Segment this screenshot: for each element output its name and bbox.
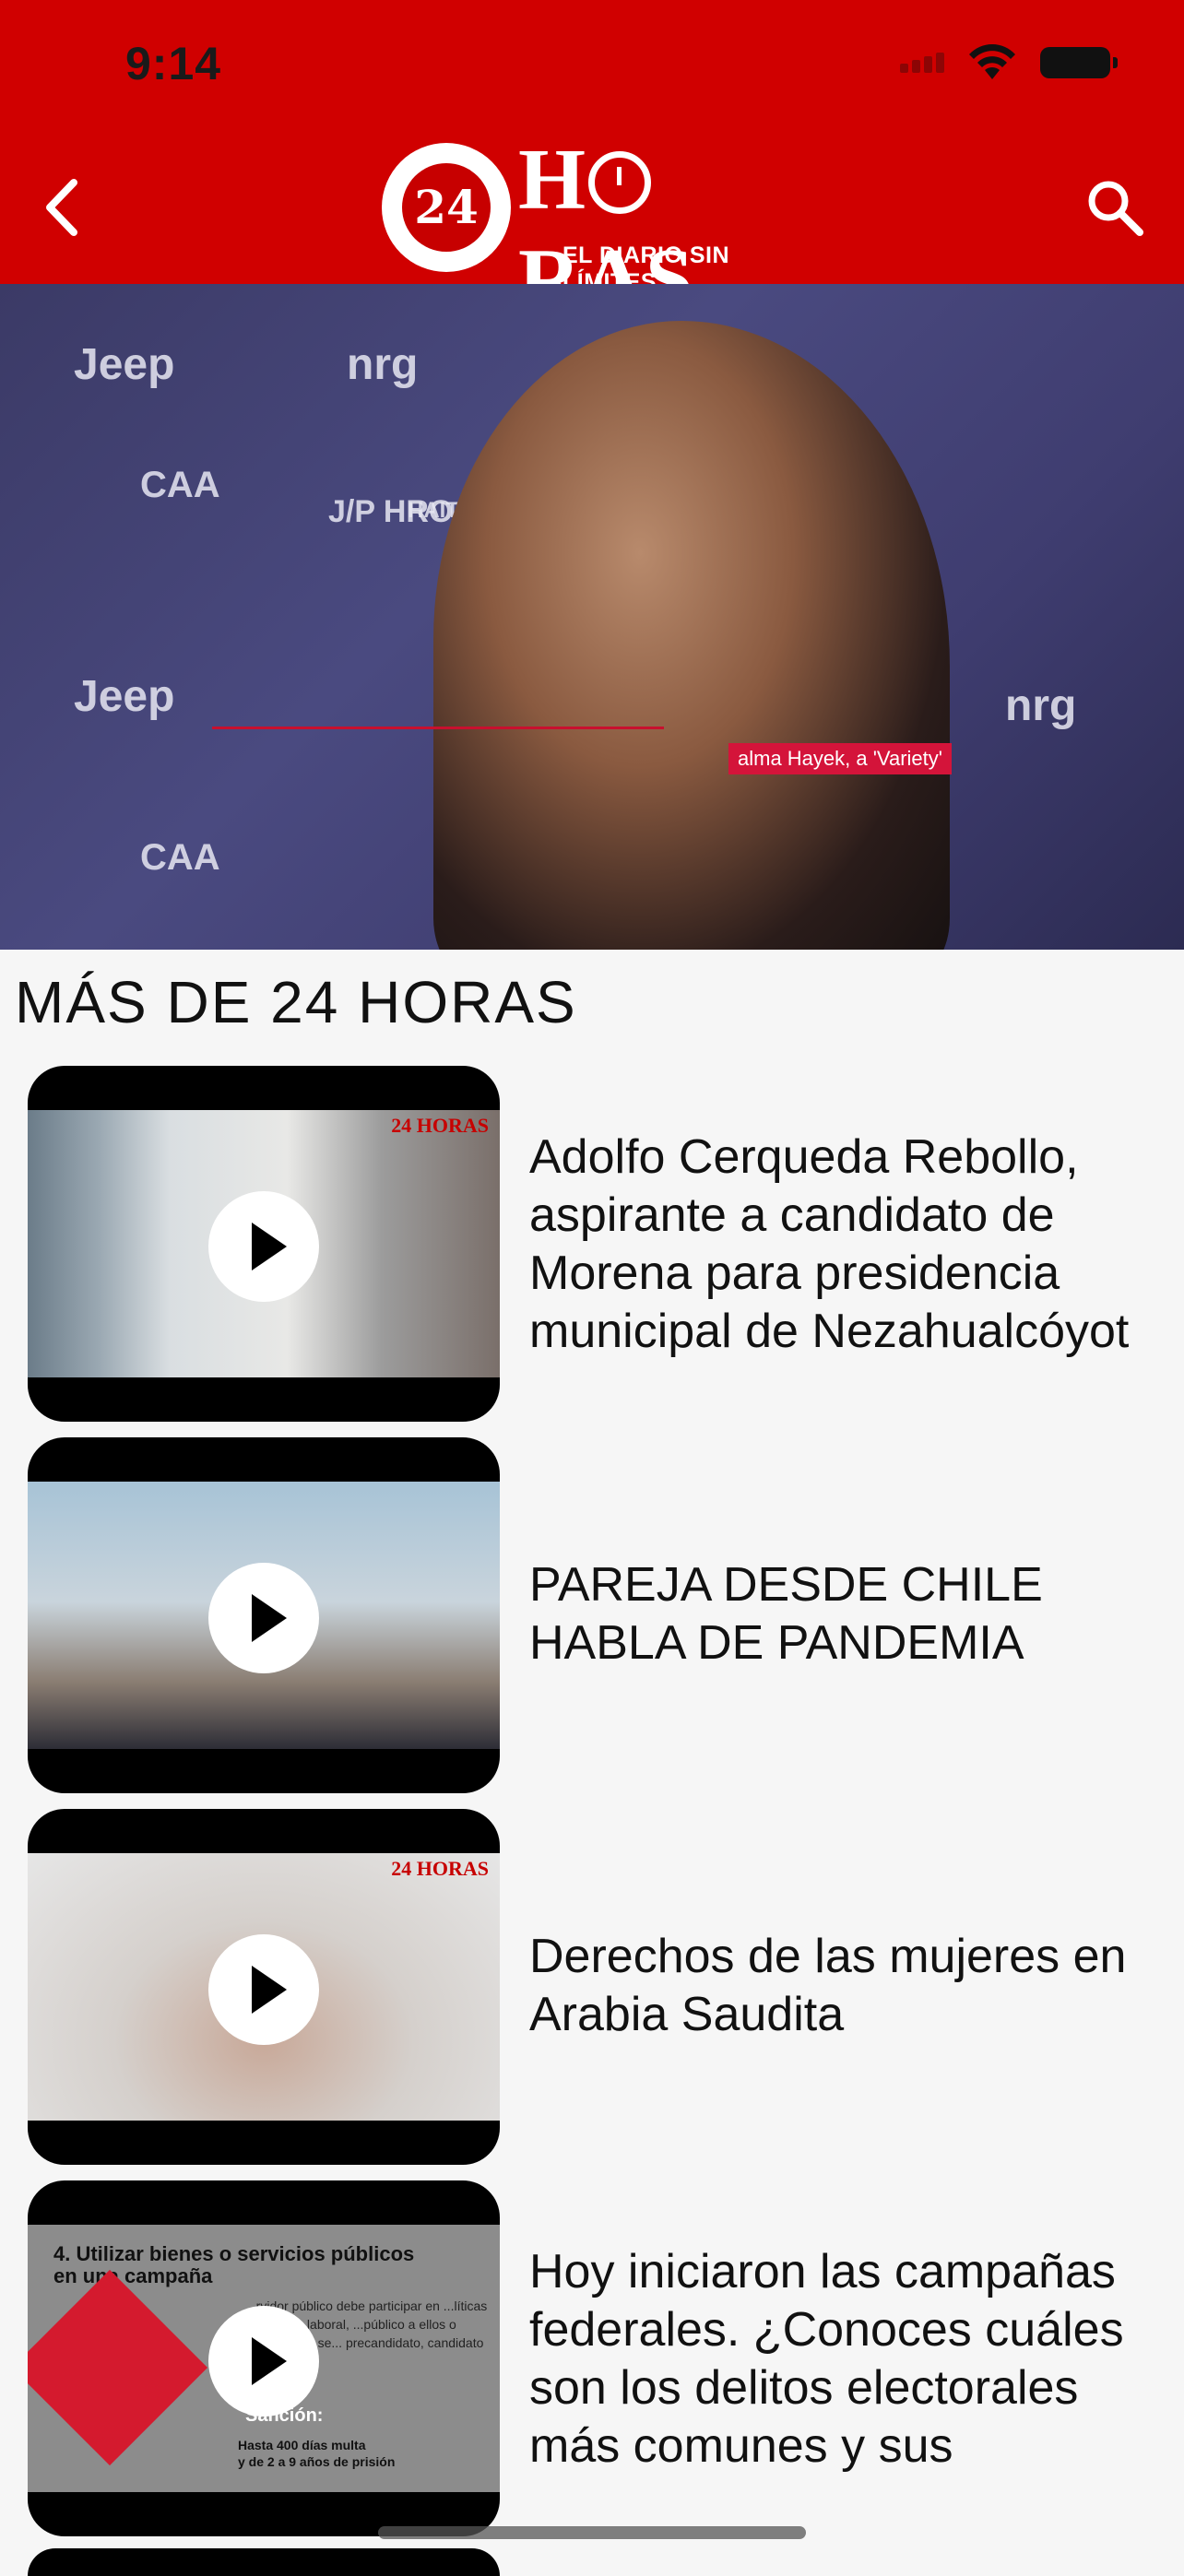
hero-caption-line bbox=[212, 727, 664, 729]
play-icon[interactable] bbox=[208, 1563, 319, 1673]
app-header: 9:14 24 HRAS EL DIARIO SIN LÍMITES bbox=[0, 0, 1184, 327]
clock-icon bbox=[588, 151, 652, 214]
video-title[interactable]: PAREJA DESDE CHILE HABLA DE PANDEMIA bbox=[529, 1556, 1166, 1672]
backdrop-logo: CAA bbox=[140, 837, 220, 878]
play-icon[interactable] bbox=[208, 2306, 319, 2416]
video-card[interactable]: 4. Utilizar bienes o servicios públicos … bbox=[0, 2180, 1184, 2538]
video-card[interactable]: PAREJA DESDE CHILE HABLA DE PANDEMIA bbox=[0, 1437, 1184, 1795]
battery-icon bbox=[1040, 47, 1118, 78]
back-arrow-icon[interactable] bbox=[37, 175, 89, 240]
wifi-icon bbox=[969, 44, 1015, 79]
backdrop-logo: nrg bbox=[1005, 681, 1077, 730]
video-title[interactable]: Derechos de las mujeres en Arabia Saudit… bbox=[529, 1928, 1166, 2044]
hero-caption-badge: alma Hayek, a 'Variety' bbox=[728, 743, 952, 774]
video-thumbnail[interactable]: 24 HORAS bbox=[28, 1809, 500, 2165]
status-icons bbox=[900, 44, 1118, 81]
home-indicator[interactable] bbox=[378, 2526, 806, 2539]
hero-video-player[interactable]: Jeep nrg CAA J/P HRO HAITIAN ORGANIZ Jee… bbox=[0, 284, 1184, 950]
brand-logo[interactable]: 24 HRAS EL DIARIO SIN LÍMITES bbox=[382, 132, 828, 327]
logo-number: 24 bbox=[402, 163, 491, 252]
video-card[interactable]: 24 HORAS Adolfo Cerqueda Rebollo, aspira… bbox=[0, 1066, 1184, 1424]
cellular-signal-icon bbox=[900, 53, 944, 73]
slide-subtext: Hasta 400 días multa y de 2 a 9 años de … bbox=[238, 2438, 396, 2469]
status-time: 9:14 bbox=[125, 38, 222, 89]
play-icon[interactable] bbox=[208, 1934, 319, 2045]
backdrop-logo: Jeep bbox=[74, 672, 175, 721]
section-title: MÁS DE 24 HORAS bbox=[15, 969, 577, 1035]
next-video-card-edge[interactable] bbox=[28, 2548, 500, 2576]
backdrop-logo: Jeep bbox=[74, 340, 175, 389]
slide-emblem bbox=[28, 2269, 208, 2466]
search-icon[interactable] bbox=[1083, 175, 1147, 240]
thumbnail-logo: 24 HORAS bbox=[391, 1114, 489, 1137]
logo-emblem: 24 bbox=[382, 143, 511, 272]
video-thumbnail[interactable]: 24 HORAS bbox=[28, 1066, 500, 1422]
play-icon[interactable] bbox=[208, 1191, 319, 1302]
video-card[interactable]: 24 HORAS Derechos de las mujeres en Arab… bbox=[0, 1809, 1184, 2167]
thumbnail-logo: 24 HORAS bbox=[391, 1857, 489, 1880]
backdrop-logo: nrg bbox=[347, 340, 419, 389]
logo-wordmark-start: H bbox=[518, 132, 587, 228]
video-thumbnail[interactable]: 4. Utilizar bienes o servicios públicos … bbox=[28, 2180, 500, 2536]
backdrop-logo: CAA bbox=[140, 465, 220, 505]
video-title[interactable]: Adolfo Cerqueda Rebollo, aspirante a can… bbox=[529, 1128, 1166, 1361]
hero-person-image bbox=[433, 321, 950, 950]
video-thumbnail[interactable] bbox=[28, 1437, 500, 1793]
video-title[interactable]: Hoy iniciaron las campañas federales. ¿C… bbox=[529, 2243, 1166, 2476]
